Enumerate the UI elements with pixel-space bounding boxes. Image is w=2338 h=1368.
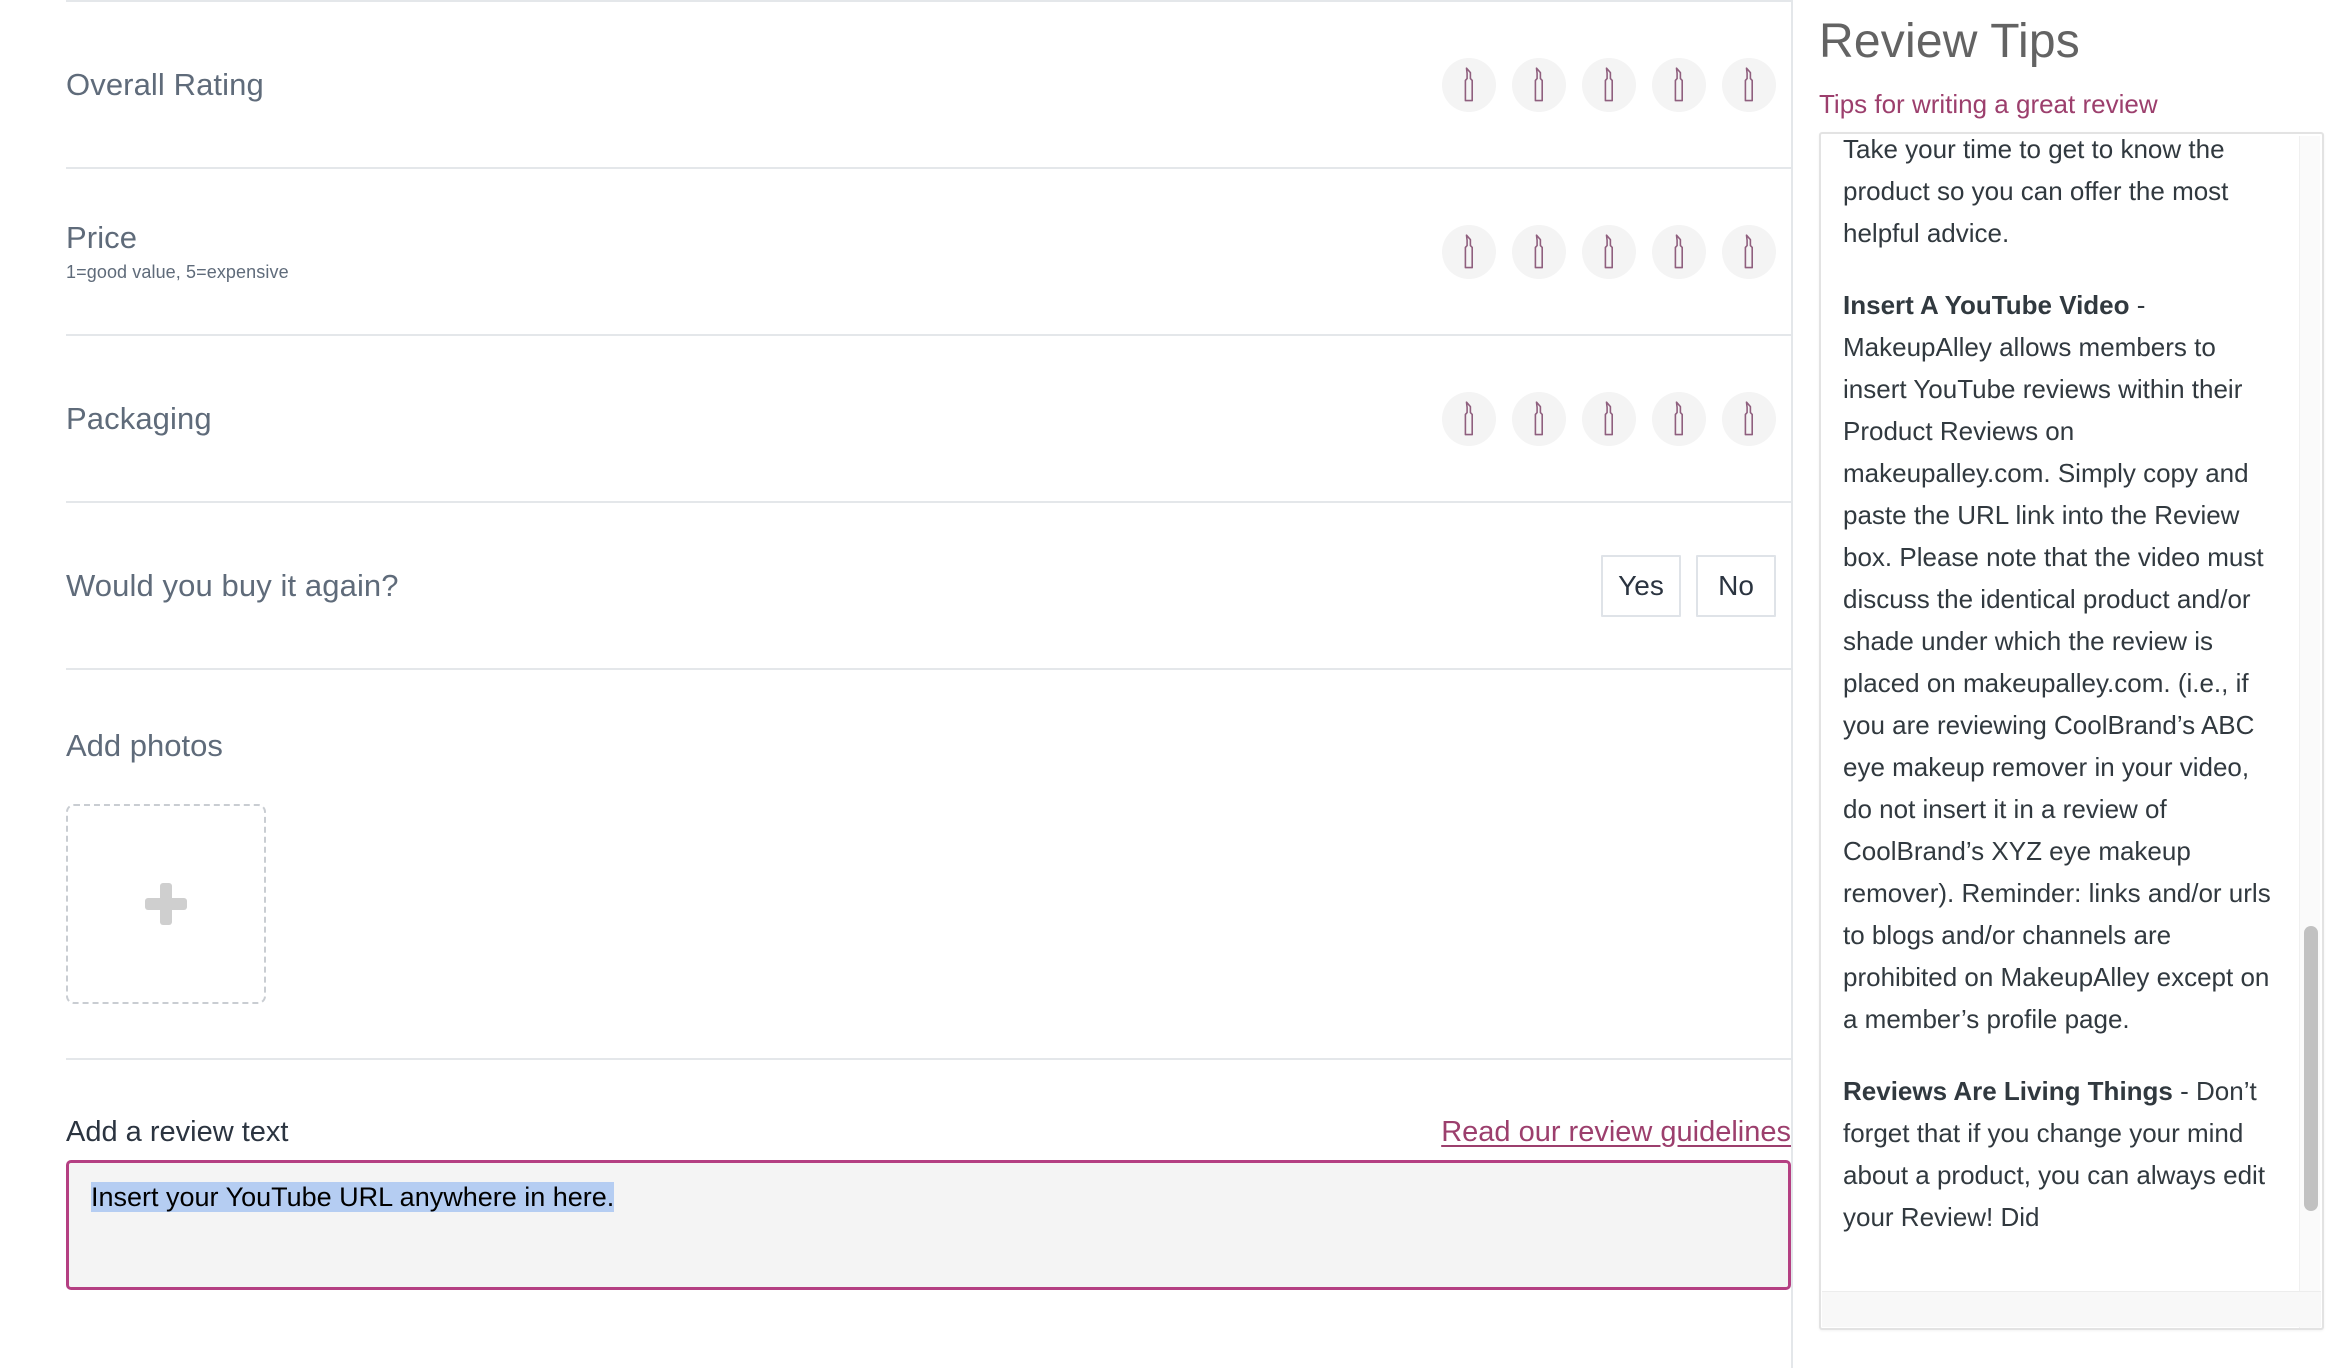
rating-bottle-1-price[interactable] [1442,225,1496,279]
add-photo-dropzone[interactable] [66,804,266,1004]
review-tips-subtitle: Tips for writing a great review [1819,89,2312,120]
buy-again-no-button[interactable]: No [1696,555,1776,617]
review-text-title: Add a review text [66,1116,288,1149]
rating-bottle-2-packaging[interactable] [1512,392,1566,446]
review-form-page: Overall Rating Price 1=good value, 5=exp… [0,0,2338,1368]
review-guidelines-link[interactable]: Read our review guidelines [1441,1116,1791,1149]
tips-paragraph-0: Take your time to get to know the produc… [1843,134,2279,254]
review-tips-body: Take your time to get to know the produc… [1843,134,2279,1238]
rating-bottle-2-overall[interactable] [1512,58,1566,112]
tips-paragraph-2-heading: Reviews Are Living Things [1843,1076,2173,1106]
buy-again-label-wrap: Would you buy it again? [66,568,399,604]
rating-bottle-3-price[interactable] [1582,225,1636,279]
rating-bottle-3-overall[interactable] [1582,58,1636,112]
rating-label-wrap-price: Price 1=good value, 5=expensive [66,220,289,284]
rating-bottle-5-price[interactable] [1722,225,1776,279]
rating-bottles-price [1442,225,1791,279]
review-tips-box: Take your time to get to know the produc… [1819,132,2324,1330]
rating-label-packaging: Packaging [66,401,212,437]
rating-bottle-1-packaging[interactable] [1442,392,1496,446]
rating-label-overall: Overall Rating [66,67,264,103]
buy-again-options: Yes No [1601,555,1791,617]
tips-paragraph-1-text: - MakeupAlley allows members to insert Y… [1843,290,2271,1034]
tips-paragraph-1-heading: Insert A YouTube Video [1843,290,2130,320]
review-tips-scroll-viewport: Take your time to get to know the produc… [1821,134,2291,1294]
rating-bottle-3-packaging[interactable] [1582,392,1636,446]
rating-bottle-4-price[interactable] [1652,225,1706,279]
review-form-column: Overall Rating Price 1=good value, 5=exp… [0,0,1791,1368]
rating-row-overall: Overall Rating [66,0,1791,167]
rating-bottle-1-overall[interactable] [1442,58,1496,112]
rating-bottle-5-packaging[interactable] [1722,392,1776,446]
review-tips-box-footer [1822,1291,2321,1327]
buy-again-row: Would you buy it again? Yes No [66,501,1791,668]
add-photos-section: Add photos [66,668,1791,1058]
review-textarea[interactable]: Insert your YouTube URL anywhere in here… [66,1160,1791,1290]
tips-paragraph-1: Insert A YouTube Video - MakeupAlley all… [1843,284,2279,1040]
rating-label-price: Price [66,220,289,256]
review-textarea-selected-text: Insert your YouTube URL anywhere in here… [91,1182,614,1212]
rating-bottle-5-overall[interactable] [1722,58,1776,112]
buy-again-label: Would you buy it again? [66,568,399,604]
buy-again-yes-button[interactable]: Yes [1601,555,1681,617]
review-tips-scrollbar-track[interactable] [2299,136,2320,1328]
rating-label-wrap-overall: Overall Rating [66,67,264,103]
rating-sublabel-price: 1=good value, 5=expensive [66,262,289,283]
review-tips-title: Review Tips [1819,13,2312,71]
rating-row-packaging: Packaging [66,334,1791,501]
review-text-header: Add a review text Read our review guidel… [66,1116,1791,1149]
rating-row-price: Price 1=good value, 5=expensive [66,167,1791,334]
review-tips-scrollbar-thumb[interactable] [2304,926,2318,1211]
rating-bottles-packaging [1442,392,1791,446]
review-tips-panel: Review Tips Tips for writing a great rev… [1791,0,2338,1368]
rating-label-wrap-packaging: Packaging [66,401,212,437]
rating-bottle-2-price[interactable] [1512,225,1566,279]
review-form-inner: Overall Rating Price 1=good value, 5=exp… [0,0,1791,1290]
tips-paragraph-0-text: Take your time to get to know the produc… [1843,134,2228,248]
rating-bottle-4-overall[interactable] [1652,58,1706,112]
rating-bottle-4-packaging[interactable] [1652,392,1706,446]
review-text-section: Add a review text Read our review guidel… [66,1058,1791,1290]
plus-icon [145,883,187,925]
rating-bottles-overall [1442,58,1791,112]
add-photos-title: Add photos [66,728,1791,764]
tips-paragraph-2: Reviews Are Living Things - Don’t forget… [1843,1070,2279,1238]
